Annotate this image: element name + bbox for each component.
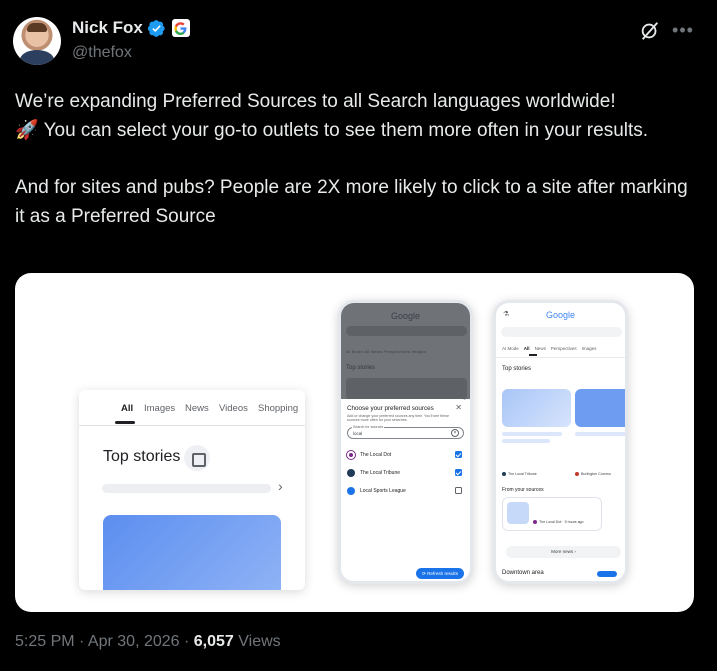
search-tabs: All Images News Videos Shopping — [79, 390, 305, 426]
tab-news: News — [185, 403, 209, 414]
story-image — [575, 389, 625, 427]
avatar-shirt — [20, 50, 54, 65]
tab-all: All — [121, 403, 134, 414]
tab-ai-mode: AI Mode — [502, 346, 519, 351]
active-tab-underline — [115, 421, 135, 424]
active-tab-underline — [529, 354, 537, 356]
headline-placeholder — [502, 439, 550, 443]
source-logo-icon — [347, 487, 355, 495]
source-logo-icon — [347, 469, 355, 477]
avatar[interactable] — [13, 17, 61, 65]
author-handle[interactable]: @thefox — [72, 44, 132, 62]
verified-badge-icon[interactable] — [147, 19, 166, 38]
search-bar — [501, 327, 622, 337]
sheet-subtitle: Add or change your preferred sources any… — [347, 414, 449, 423]
search-bar — [346, 326, 467, 336]
preferred-sources-sheet: Choose your preferred sources ✕ Add or c… — [341, 399, 470, 581]
tab-news: News — [534, 346, 546, 351]
source-logo-icon — [347, 451, 355, 459]
more-news-button: More news › — [506, 546, 621, 558]
tweet-text: We’re expanding Preferred Sources to all… — [15, 88, 695, 231]
source-row: The Local Tribune — [347, 468, 464, 480]
author-row: Nick Fox — [72, 18, 190, 38]
tab-images: Images — [581, 346, 597, 351]
headline-placeholder — [502, 432, 562, 436]
search-label: Search for sources — [352, 425, 385, 429]
author-name[interactable]: Nick Fox — [72, 18, 143, 38]
source-story-card: The Local Dot · 5 hours ago — [502, 497, 602, 531]
story-source: The Local Tribune — [502, 472, 537, 477]
chevron-right-icon: › — [278, 478, 283, 494]
clear-icon: × — [451, 429, 459, 437]
google-logo: Google — [545, 310, 576, 320]
tweet-meta: 5:25 PM · Apr 30, 2026 · 6,057 Views — [15, 633, 281, 651]
grok-icon[interactable] — [639, 20, 661, 42]
tab-all: All — [523, 346, 530, 351]
tweet-media-image[interactable]: All Images News Videos Shopping Top stor… — [15, 273, 694, 612]
preferred-sources-icon — [184, 445, 210, 471]
placeholder-bar — [102, 484, 271, 493]
phone-search-results: ⚗ Google AI Mode All News Perspectives I… — [493, 300, 628, 584]
source-row: The Local Dot — [347, 450, 464, 462]
google-g-icon[interactable] — [171, 19, 190, 37]
source-row: Local Sports League — [347, 486, 464, 498]
google-logo: Google — [390, 311, 421, 321]
top-stories-title: Top stories — [346, 365, 376, 371]
phone-sources-sheet: Google AI Mode All News Perspectives Ima… — [338, 300, 473, 584]
tweet-line: 🚀 You can select your go-to outlets to s… — [15, 119, 649, 141]
checkbox-unchecked — [455, 487, 462, 494]
action-pill — [597, 571, 617, 577]
source-name: The Local Dot — [360, 452, 392, 458]
top-stories-title: Top stories — [502, 366, 532, 372]
tweet-line: We’re expanding Preferred Sources to all… — [15, 91, 616, 112]
divider — [496, 357, 625, 358]
desktop-search-card: All Images News Videos Shopping Top stor… — [79, 390, 305, 590]
source-name: The Local Tribune — [360, 470, 401, 476]
views-count: 6,057 — [193, 633, 234, 650]
more-icon[interactable]: ••• — [672, 19, 694, 41]
tab-shopping: Shopping — [258, 403, 299, 414]
tweet: Nick Fox @thefox ••• We’re expanding Pre… — [0, 0, 717, 671]
headline-placeholder — [575, 432, 625, 436]
avatar-hair — [27, 23, 47, 32]
story-image — [103, 515, 281, 590]
close-icon: ✕ — [455, 403, 462, 412]
story-source: The Local Dot · 5 hours ago — [533, 520, 584, 525]
search-value: local — [353, 431, 363, 436]
tab-videos: Videos — [219, 403, 248, 414]
sheet-title: Choose your preferred sources — [347, 405, 434, 412]
story-source: Burlington Commu — [575, 472, 611, 477]
dimmed-block — [346, 378, 467, 400]
top-stories-title: Top stories — [103, 448, 181, 465]
tweet-line: And for sites and pubs? People are 2X mo… — [15, 177, 688, 227]
downtown-area-title: Downtown area — [502, 570, 544, 576]
story-image — [502, 389, 571, 427]
tweet-timestamp[interactable]: 5:25 PM · Apr 30, 2026 · — [15, 633, 189, 650]
source-name: Local Sports League — [360, 488, 406, 494]
tab-images: Images — [144, 403, 176, 414]
tab-perspectives: Perspectives — [550, 346, 577, 351]
dimmed-results: Google AI Mode All News Perspectives Ima… — [341, 303, 470, 400]
checkbox-checked — [455, 451, 462, 458]
refresh-results-button: ⟳ Refresh results — [415, 568, 464, 579]
from-your-sources-title: From your sources — [502, 487, 544, 493]
search-tabs: AI Mode All News Perspectives Images — [346, 349, 427, 354]
search-tabs: AI Mode All News Perspectives Images — [502, 346, 596, 351]
story-thumbnail — [507, 502, 529, 524]
views-label: Views — [238, 633, 281, 650]
checkbox-checked — [455, 469, 462, 476]
